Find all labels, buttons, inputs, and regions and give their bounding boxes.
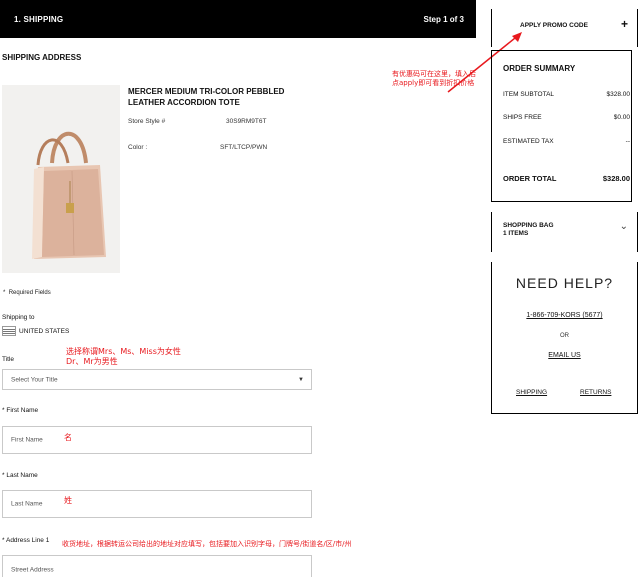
summary-row-value: $0.00	[613, 114, 630, 121]
store-style-label: Store Style #	[128, 118, 166, 125]
asterisk: *	[2, 537, 5, 544]
summary-row-label: ESTIMATED TAX	[503, 138, 554, 145]
handbag-illustration	[32, 131, 106, 259]
promo-annotation-line1: 有优惠码可在这里，填入后	[392, 70, 476, 78]
us-flag-icon	[2, 326, 16, 336]
first-name-label: * First Name	[2, 407, 38, 414]
step-count: Step 1 of 3	[423, 15, 464, 24]
promo-annotation: 有优惠码可在这里，填入后 点apply即可看到折扣价格	[392, 70, 492, 88]
asterisk: *	[2, 407, 5, 414]
color-value: SFT/LTCP/PWN	[220, 144, 268, 151]
required-fields-note: * Required Fields	[3, 290, 51, 296]
order-total-label: ORDER TOTAL	[503, 174, 557, 183]
first-name-placeholder: First Name	[11, 436, 43, 444]
product-title: MERCER MEDIUM TRI-COLOR PEBBLED LEATHER …	[128, 87, 285, 107]
shopping-bag-count: 1 ITEMS	[503, 230, 529, 237]
title-annotation-line1: 选择称谓Mrs、Ms、Miss为女性	[66, 347, 181, 356]
plus-icon[interactable]: +	[621, 17, 628, 31]
phone-link[interactable]: 1-866-709-KORS (5677)	[492, 312, 637, 319]
order-total-row: ORDER TOTAL $328.00	[503, 174, 630, 183]
address1-placeholder: Street Address	[11, 566, 54, 574]
summary-row-label: SHIPS FREE	[503, 114, 542, 121]
shipping-to-label: Shipping to	[2, 314, 35, 321]
title-label: Title	[2, 356, 15, 363]
asterisk: *	[3, 290, 6, 296]
address1-label: * Address Line 1	[2, 537, 49, 544]
section-title: SHIPPING ADDRESS	[2, 53, 82, 62]
title-annotation-line2: Dr、Mr为男性	[66, 357, 118, 366]
email-us-link[interactable]: EMAIL US	[492, 352, 637, 359]
order-summary-heading: ORDER SUMMARY	[503, 64, 576, 73]
last-name-placeholder: Last Name	[11, 500, 43, 508]
last-name-label: * Last Name	[2, 472, 38, 479]
title-annotation: 选择称谓Mrs、Ms、Miss为女性 Dr、Mr为男性	[66, 347, 196, 367]
color-label: Color :	[128, 144, 148, 151]
order-summary: ORDER SUMMARY ITEM SUBTOTAL $328.00 SHIP…	[491, 50, 632, 202]
address1-input[interactable]: Street Address	[2, 555, 312, 577]
or-separator: OR	[560, 333, 569, 339]
required-label: Required Fields	[8, 290, 51, 296]
first-name-label-text: First Name	[6, 407, 39, 414]
returns-link[interactable]: RETURNS	[580, 389, 611, 396]
order-total-value: $328.00	[602, 174, 630, 183]
need-help-panel: NEED HELP? 1-866-709-KORS (5677) OR EMAI…	[491, 262, 638, 414]
last-name-label-text: Last Name	[6, 472, 38, 479]
shipping-country: UNITED STATES	[19, 328, 70, 335]
asterisk: *	[2, 472, 5, 479]
shopping-bag-label: SHOPPING BAG 1 ITEMS	[503, 222, 573, 238]
first-name-annotation: 名	[64, 433, 72, 442]
title-select[interactable]: Select Your Title ▼	[2, 369, 312, 390]
summary-row-value: --	[625, 138, 630, 145]
shopping-bag-title: SHOPPING BAG	[503, 222, 554, 229]
summary-row-shipping: SHIPS FREE $0.00	[503, 114, 630, 121]
apply-promo-code-button[interactable]: APPLY PROMO CODE	[520, 22, 588, 29]
summary-row-subtotal: ITEM SUBTOTAL $328.00	[503, 91, 630, 98]
last-name-input[interactable]: Last Name	[2, 490, 312, 518]
shipping-link[interactable]: SHIPPING	[516, 389, 547, 396]
need-help-heading: NEED HELP?	[515, 275, 614, 291]
caret-down-icon: ▼	[298, 376, 304, 383]
summary-row-label: ITEM SUBTOTAL	[503, 91, 555, 98]
store-style-value: 30S9RM9T6T	[226, 118, 267, 125]
summary-row-tax: ESTIMATED TAX --	[503, 138, 630, 145]
promo-annotation-line2: 点apply即可看到折扣价格	[392, 79, 475, 87]
step-title: 1. SHIPPING	[14, 15, 64, 24]
chevron-down-icon: ⌄	[619, 221, 628, 232]
address-annotation: 收货地址，根据转运公司给出的地址对应填写，包括要加入识别字母，门牌号/街道名/区…	[62, 540, 352, 548]
step-header: 1. SHIPPING Step 1 of 3	[0, 0, 476, 38]
shopping-bag-toggle[interactable]: SHOPPING BAG 1 ITEMS ⌄	[491, 212, 638, 252]
last-name-annotation: 姓	[64, 496, 72, 505]
address1-label-text: Address Line 1	[5, 537, 50, 544]
title-select-value: Select Your Title	[11, 376, 58, 383]
summary-row-value: $328.00	[606, 91, 631, 98]
first-name-input[interactable]: First Name	[2, 426, 312, 454]
product-image	[2, 85, 120, 273]
